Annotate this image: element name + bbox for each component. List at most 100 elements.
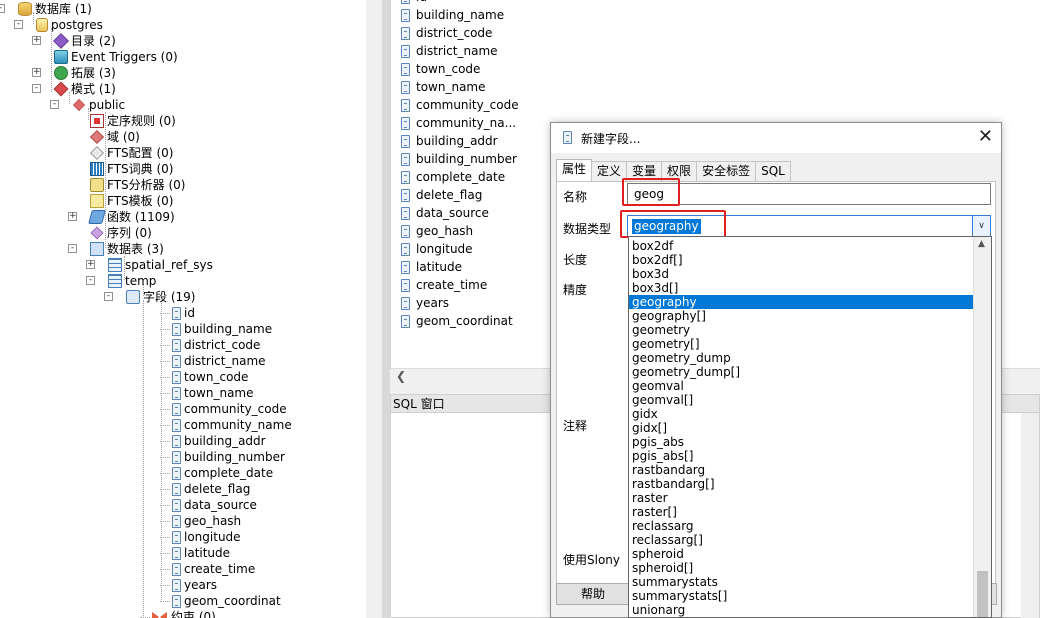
- list-item[interactable]: building_number: [401, 150, 517, 168]
- dropdown-option[interactable]: rastbandarg[]: [629, 477, 973, 491]
- dropdown-option[interactable]: geometry: [629, 323, 973, 337]
- tree-node[interactable]: community_name: [172, 417, 292, 433]
- collapse-icon[interactable]: -: [0, 4, 5, 13]
- sql-window-scrollbar[interactable]: [1021, 413, 1039, 618]
- tree-node[interactable]: 定序规则 (0): [90, 113, 176, 129]
- collapse-icon[interactable]: -: [68, 244, 77, 253]
- dropdown-option[interactable]: geomval: [629, 379, 973, 393]
- tree-node[interactable]: FTS模板 (0): [90, 193, 173, 209]
- list-item[interactable]: town_code: [401, 60, 480, 78]
- list-item[interactable]: town_name: [401, 78, 486, 96]
- tree-node[interactable]: building_number: [172, 449, 285, 465]
- tree-node[interactable]: district_code: [172, 337, 260, 353]
- tree-node[interactable]: years: [172, 577, 217, 593]
- dropdown-option[interactable]: geometry_dump: [629, 351, 973, 365]
- list-item[interactable]: district_name: [401, 42, 498, 60]
- tree-node[interactable]: longitude: [172, 529, 241, 545]
- list-item[interactable]: complete_date: [401, 168, 505, 186]
- tree-node[interactable]: district_name: [172, 353, 266, 369]
- tree-node[interactable]: create_time: [172, 561, 255, 577]
- tree-node[interactable]: 函数 (1109): [88, 209, 175, 225]
- chevron-down-icon[interactable]: ∨: [972, 216, 990, 236]
- list-item[interactable]: geom_coordinat: [401, 312, 513, 330]
- dropdown-option[interactable]: pgis_abs: [629, 435, 973, 449]
- tree-node[interactable]: FTS分析器 (0): [90, 177, 185, 193]
- scrollbar-thumb[interactable]: [977, 571, 988, 617]
- collapse-icon[interactable]: -: [104, 292, 113, 301]
- tree-node[interactable]: geo_hash: [172, 513, 241, 529]
- tree-node[interactable]: 域 (0): [90, 129, 140, 145]
- tree-node[interactable]: 序列 (0): [90, 225, 152, 241]
- scroll-left-icon[interactable]: ❮: [396, 369, 406, 383]
- tree-node[interactable]: building_name: [172, 321, 272, 337]
- tree-node[interactable]: 目录 (2): [53, 33, 116, 49]
- expand-icon[interactable]: +: [32, 68, 41, 77]
- dropdown-option[interactable]: box3d[]: [629, 281, 973, 295]
- tree-node[interactable]: postgres: [36, 17, 103, 33]
- tree-node[interactable]: FTS配置 (0): [90, 145, 173, 161]
- dropdown-option[interactable]: reclassarg[]: [629, 533, 973, 547]
- collapse-icon[interactable]: -: [86, 276, 95, 285]
- expand-icon[interactable]: +: [32, 36, 41, 45]
- list-item[interactable]: data_source: [401, 204, 489, 222]
- list-item[interactable]: years: [401, 294, 449, 312]
- expand-icon[interactable]: +: [68, 212, 77, 221]
- tab-security-labels[interactable]: 安全标签: [696, 161, 757, 181]
- tree-node[interactable]: 模式 (1): [53, 81, 116, 97]
- dropdown-option[interactable]: geometry_dump[]: [629, 365, 973, 379]
- tree-node[interactable]: building_addr: [172, 433, 266, 449]
- dropdown-option[interactable]: summarystats: [629, 575, 973, 589]
- dropdown-option[interactable]: gidx[]: [629, 421, 973, 435]
- list-item[interactable]: longitude: [401, 240, 473, 258]
- dropdown-option[interactable]: box2df[]: [629, 253, 973, 267]
- collapse-icon[interactable]: -: [32, 84, 41, 93]
- tab-sql[interactable]: SQL: [755, 161, 791, 181]
- dropdown-option[interactable]: gidx: [629, 407, 973, 421]
- dropdown-option[interactable]: box2df: [629, 239, 973, 253]
- dropdown-scrollbar[interactable]: ▲: [973, 237, 991, 617]
- dropdown-option[interactable]: spheroid[]: [629, 561, 973, 575]
- tree-node[interactable]: temp: [108, 273, 156, 289]
- list-item[interactable]: latitude: [401, 258, 462, 276]
- list-item[interactable]: community_na...: [401, 114, 516, 132]
- tree-node[interactable]: community_code: [172, 401, 287, 417]
- dropdown-option[interactable]: reclassarg: [629, 519, 973, 533]
- tree-node[interactable]: 数据库 (1): [18, 1, 92, 17]
- list-item[interactable]: district_code: [401, 24, 492, 42]
- tree-node[interactable]: latitude: [172, 545, 230, 561]
- scroll-up-icon[interactable]: ▲: [978, 239, 985, 249]
- name-field[interactable]: geog: [627, 183, 991, 205]
- collapse-icon[interactable]: -: [14, 20, 23, 29]
- dropdown-option[interactable]: unionarg: [629, 603, 973, 617]
- tree-node[interactable]: spatial_ref_sys: [108, 257, 213, 273]
- dropdown-option[interactable]: spheroid: [629, 547, 973, 561]
- expand-icon[interactable]: +: [86, 260, 95, 269]
- tree-node[interactable]: Event Triggers (0): [54, 49, 178, 65]
- tree-node[interactable]: data_source: [172, 497, 257, 513]
- dropdown-option[interactable]: summarystats[]: [629, 589, 973, 603]
- dropdown-option[interactable]: geomval[]: [629, 393, 973, 407]
- dropdown-option[interactable]: raster: [629, 491, 973, 505]
- tree-node[interactable]: complete_date: [172, 465, 273, 481]
- tree-node[interactable]: town_name: [172, 385, 254, 401]
- dialog-titlebar[interactable]: 新建字段... ✕: [551, 123, 1001, 153]
- dropdown-option[interactable]: geometry[]: [629, 337, 973, 351]
- tree-node[interactable]: 数据表 (3): [90, 241, 164, 257]
- tree-node[interactable]: 字段 (19): [126, 289, 195, 305]
- dropdown-option[interactable]: geography[]: [629, 309, 973, 323]
- dropdown-option[interactable]: box3d: [629, 267, 973, 281]
- splitter[interactable]: [366, 0, 382, 618]
- list-item[interactable]: geo_hash: [401, 222, 473, 240]
- list-item[interactable]: building_addr: [401, 132, 498, 150]
- tree-node[interactable]: delete_flag: [172, 481, 250, 497]
- tree-node[interactable]: town_code: [172, 369, 248, 385]
- list-item[interactable]: community_code: [401, 96, 519, 114]
- tree-node[interactable]: geom_coordinat: [172, 593, 281, 609]
- collapse-icon[interactable]: -: [50, 100, 59, 109]
- dropdown-option[interactable]: raster[]: [629, 505, 973, 519]
- help-button[interactable]: 帮助: [556, 583, 630, 605]
- list-item[interactable]: create_time: [401, 276, 487, 294]
- dropdown-option[interactable]: pgis_abs[]: [629, 449, 973, 463]
- tree-node[interactable]: 约束 (0): [152, 609, 216, 618]
- tree-node[interactable]: id: [172, 305, 195, 321]
